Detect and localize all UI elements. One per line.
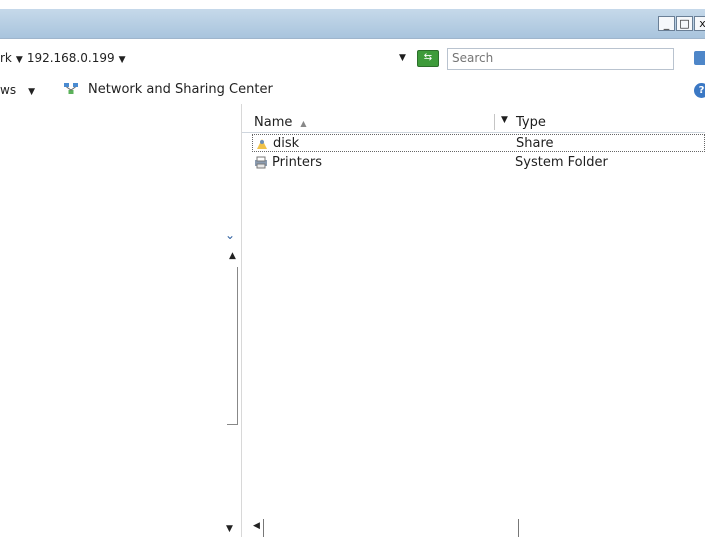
scroll-up-button[interactable]: ▲ <box>227 248 238 264</box>
column-name[interactable]: Name ▲ <box>254 115 307 130</box>
scroll-down-button[interactable]: ▼ <box>226 524 233 534</box>
toolbar: ws ▼ Network and Sharing Center ? <box>0 78 705 104</box>
maximize-button[interactable]: □ <box>676 16 693 31</box>
search-input[interactable] <box>448 49 656 67</box>
refresh-arrows-icon[interactable]: ⇆ <box>417 50 439 67</box>
item-type: System Folder <box>515 155 608 170</box>
list-item[interactable]: Printers System Folder <box>252 154 705 172</box>
item-name: disk <box>273 136 300 151</box>
breadcrumb-item-host[interactable]: 192.168.0.199 <box>27 51 115 65</box>
shared-folder-icon <box>257 139 267 149</box>
address-history-dropdown[interactable]: ▼ <box>399 53 406 63</box>
sort-up-icon: ▲ <box>300 119 307 128</box>
close-button[interactable]: x <box>694 16 705 31</box>
scrollbar-thumb[interactable] <box>263 519 519 537</box>
column-type[interactable]: Type <box>516 115 546 130</box>
horizontal-scrollbar[interactable]: ◀ <box>253 519 705 537</box>
item-type: Share <box>516 136 554 151</box>
file-list: Name ▲ ▼ Type disk Share Printers System … <box>242 104 705 537</box>
help-icon[interactable]: ? <box>694 83 705 98</box>
address-row: rk ▼ 192.168.0.199 ▼ ▼ ⇆ <box>0 39 705 77</box>
breadcrumb[interactable]: rk ▼ 192.168.0.199 ▼ <box>0 51 130 65</box>
top-strip <box>0 0 705 9</box>
item-name: Printers <box>272 155 323 170</box>
column-divider[interactable] <box>494 114 495 130</box>
network-icon <box>64 83 78 94</box>
chevron-down-icon[interactable]: ⌄ <box>225 228 235 242</box>
navigation-pane: ⌄ ▲ ▼ <box>0 104 241 537</box>
network-sharing-center-button[interactable]: Network and Sharing Center <box>88 82 273 97</box>
scrollbar-thumb[interactable] <box>227 267 238 425</box>
list-item[interactable]: disk Share <box>252 134 705 152</box>
chevron-down-icon[interactable]: ▼ <box>28 87 35 97</box>
column-filter-dropdown[interactable]: ▼ <box>501 115 508 125</box>
breadcrumb-item-network[interactable]: rk <box>0 51 12 65</box>
window-buttons: _ □ x <box>658 16 705 31</box>
scroll-left-button[interactable]: ◀ <box>253 521 260 531</box>
chevron-down-icon[interactable]: ▼ <box>119 55 126 65</box>
views-menu[interactable]: ws ▼ <box>0 83 35 97</box>
column-name-label: Name <box>254 115 293 130</box>
chevron-down-icon[interactable]: ▼ <box>16 55 23 65</box>
title-bar[interactable]: _ □ x <box>0 9 705 39</box>
column-header: Name ▲ ▼ Type <box>242 112 705 133</box>
views-label[interactable]: ws <box>0 83 16 97</box>
search-icon[interactable] <box>694 51 705 65</box>
search-field[interactable] <box>447 48 674 70</box>
printer-folder-icon <box>255 156 267 169</box>
minimize-button[interactable]: _ <box>658 16 675 31</box>
